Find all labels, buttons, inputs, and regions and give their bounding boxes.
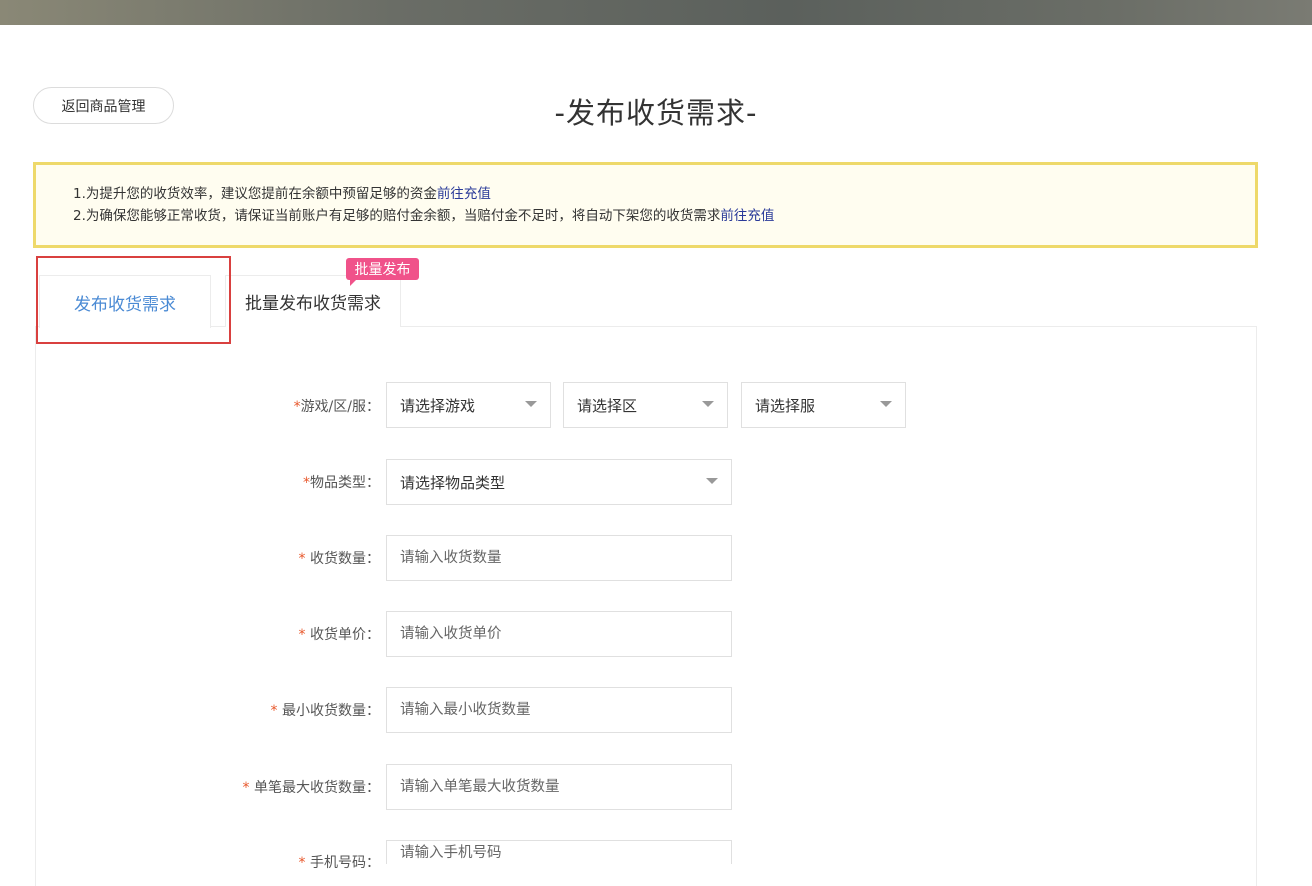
server-select-value: 请选择服	[755, 396, 816, 415]
required-mark: *	[298, 855, 306, 871]
phone-input[interactable]	[386, 840, 732, 864]
quantity-label-text: 收货数量：	[310, 551, 380, 567]
min-quantity-label-text: 最小收货数量：	[282, 703, 380, 719]
unit-price-label-text: 收货单价：	[310, 627, 380, 643]
max-single-quantity-input[interactable]	[386, 764, 732, 810]
item-type-label-text: 物品类型：	[310, 475, 380, 491]
chevron-down-icon	[525, 401, 537, 407]
notice-line-1: 1.为提升您的收货效率，建议您提前在余额中预留足够的资金前往充值	[73, 183, 1255, 205]
chevron-down-icon	[880, 401, 892, 407]
unit-price-input[interactable]	[386, 611, 732, 657]
chevron-down-icon	[702, 401, 714, 407]
required-mark: *	[298, 551, 306, 567]
recharge-link-2[interactable]: 前往充值	[720, 208, 774, 224]
recharge-link-1[interactable]: 前往充值	[437, 186, 491, 202]
item-type-select[interactable]: 请选择物品类型	[386, 459, 732, 505]
page-title: -发布收货需求-	[554, 96, 758, 130]
phone-label: * 手机号码：	[35, 852, 380, 872]
required-mark: *	[293, 399, 301, 415]
chevron-down-icon	[706, 478, 718, 484]
zone-select[interactable]: 请选择区	[563, 382, 728, 428]
tab-publish-demand[interactable]: 发布收货需求	[39, 275, 211, 328]
min-quantity-label: * 最小收货数量：	[35, 700, 380, 720]
quantity-input[interactable]	[386, 535, 732, 581]
min-quantity-input[interactable]	[386, 687, 732, 733]
game-zone-server-label-text: 游戏/区/服：	[300, 399, 380, 415]
notice-line-1-text: 1.为提升您的收货效率，建议您提前在余额中预留足够的资金	[73, 186, 437, 202]
required-mark: *	[242, 780, 250, 796]
game-select-value: 请选择游戏	[400, 396, 476, 415]
phone-label-text: 手机号码：	[310, 855, 380, 871]
max-single-quantity-label-text: 单笔最大收货数量：	[254, 780, 380, 796]
required-mark: *	[303, 475, 310, 491]
required-mark: *	[270, 703, 278, 719]
zone-select-value: 请选择区	[577, 396, 638, 415]
item-type-select-value: 请选择物品类型	[400, 473, 506, 492]
required-mark: *	[298, 627, 306, 643]
notice-line-2: 2.为确保您能够正常收货，请保证当前账户有足够的赔付金余额，当赔付金不足时，将自…	[73, 205, 1255, 227]
item-type-label: *物品类型：	[35, 472, 380, 492]
quantity-label: * 收货数量：	[35, 548, 380, 568]
top-banner	[0, 0, 1312, 25]
max-single-quantity-label: * 单笔最大收货数量：	[35, 777, 380, 797]
tab-batch-publish-demand[interactable]: 批量发布收货需求	[225, 275, 401, 327]
game-select[interactable]: 请选择游戏	[386, 382, 551, 428]
server-select[interactable]: 请选择服	[741, 382, 906, 428]
game-zone-server-label: *游戏/区/服：	[35, 396, 380, 416]
batch-publish-badge: 批量发布	[346, 258, 419, 286]
unit-price-label: * 收货单价：	[35, 624, 380, 644]
notice-box: 1.为提升您的收货效率，建议您提前在余额中预留足够的资金前往充值 2.为确保您能…	[33, 162, 1258, 248]
notice-line-2-text: 2.为确保您能够正常收货，请保证当前账户有足够的赔付金余额，当赔付金不足时，将自…	[73, 208, 721, 224]
